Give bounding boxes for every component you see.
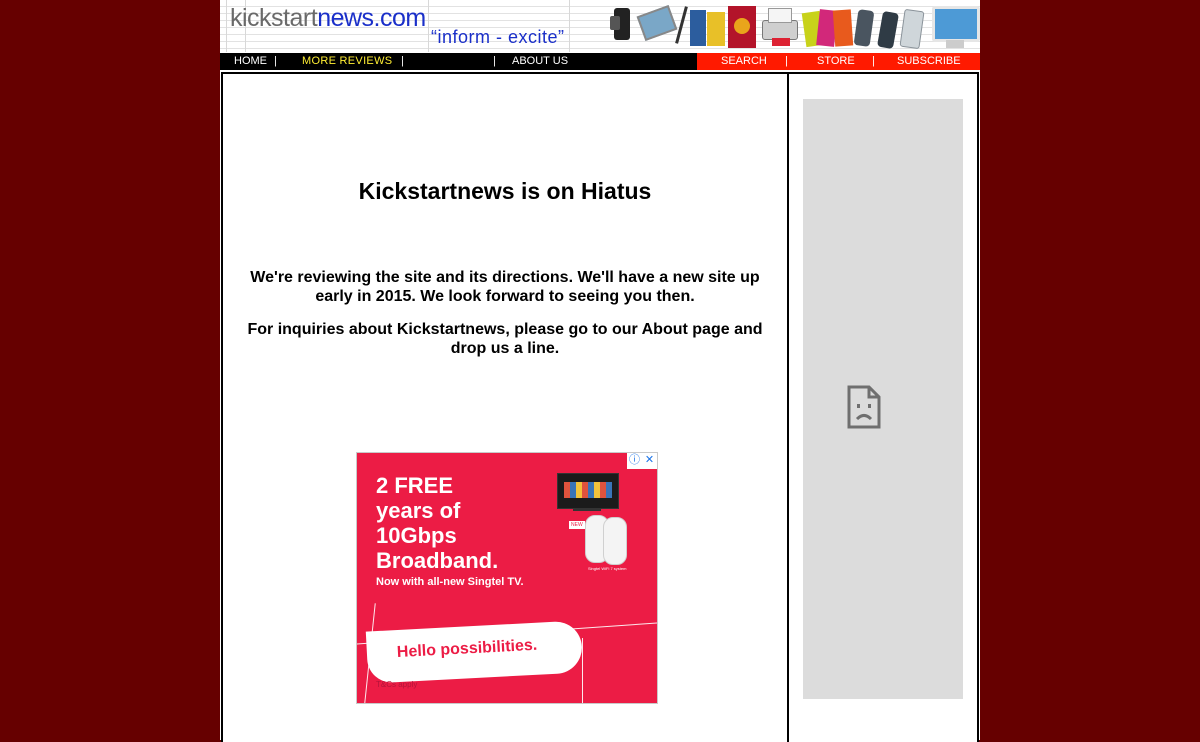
nero-disc-image (734, 18, 750, 34)
logo-text-kickstart: kickstart (230, 4, 318, 32)
nav-separator: | (493, 55, 496, 67)
ad-decor-line (582, 638, 583, 703)
nav-home-link[interactable]: HOME (234, 55, 267, 68)
camera-lens (610, 16, 620, 30)
new-badge: NEW (569, 521, 585, 529)
monitor-image (932, 6, 980, 42)
site-tagline: “inform - excite” (431, 27, 565, 47)
header-rule (428, 0, 429, 52)
router-caption: Singtel WiFi 7 system (588, 566, 627, 571)
site-logo[interactable]: kickstartnews.com (230, 3, 426, 33)
sidebar-ad-slot[interactable] (803, 99, 963, 699)
ad-choices: ⓘ ✕ (627, 453, 657, 469)
header-rule (226, 0, 227, 52)
ad-close-icon[interactable]: ✕ (642, 453, 657, 468)
nav-more-reviews-link[interactable]: MORE REVIEWS (302, 55, 392, 68)
nav-about-link[interactable]: ABOUT US (512, 55, 568, 68)
broken-page-icon (847, 385, 881, 429)
printer-paper (768, 8, 792, 23)
tv-screen (564, 482, 612, 498)
book-image (832, 9, 854, 47)
nav-left: HOME | MORE REVIEWS | | ABOUT US (220, 53, 696, 70)
header-rule (569, 0, 570, 52)
tv-image (557, 473, 619, 509)
hiatus-message: We're reviewing the site and its directi… (250, 269, 760, 305)
software-box-image (690, 10, 706, 46)
logo-text-news: news.com (317, 4, 426, 32)
nav-store-link[interactable]: STORE (817, 55, 855, 68)
nav-subscribe-link[interactable]: SUBSCRIBE (897, 55, 961, 68)
printer-output (772, 38, 790, 46)
pen-image (675, 6, 688, 44)
main-content: Kickstartnews is on Hiatus We're reviewi… (221, 72, 789, 742)
laptop-image (636, 4, 678, 42)
header-product-collage (590, 2, 980, 50)
page-title: Kickstartnews is on Hiatus (358, 178, 652, 204)
nav-separator: | (872, 55, 875, 67)
tv-stand (573, 508, 601, 511)
monitor-stand (946, 40, 964, 48)
phone-image (853, 9, 875, 47)
nav-separator: | (274, 55, 277, 67)
printer-image (762, 20, 798, 40)
nav-search-link[interactable]: SEARCH (721, 55, 767, 68)
nav-separator: | (401, 55, 404, 67)
ad-headline: 2 FREE years of 10Gbps Broadband. (376, 473, 499, 573)
main-nav: HOME | MORE REVIEWS | | ABOUT US SEARCH … (220, 53, 980, 70)
sidebar (787, 72, 979, 742)
page: kickstartnews.com “inform - excite” HOME… (220, 0, 980, 742)
ad-cta-pill[interactable]: Hello possibilities. (365, 620, 584, 684)
software-box-image (707, 12, 725, 46)
router-image (603, 517, 627, 565)
ad-info-icon[interactable]: ⓘ (627, 453, 642, 468)
inquiry-message: For inquiries about Kickstartnews, pleas… (247, 321, 763, 357)
site-header: kickstartnews.com “inform - excite” (220, 0, 980, 52)
banner-ad[interactable]: 2 FREE years of 10Gbps Broadband. Now wi… (356, 452, 658, 704)
pda-image (899, 8, 925, 50)
ad-terms: T&Cs apply (376, 680, 418, 689)
nav-separator: | (785, 55, 788, 67)
nav-right: SEARCH | STORE | SUBSCRIBE (697, 53, 980, 70)
phone-image (876, 10, 900, 50)
ad-subline: Now with all-new Singtel TV. (376, 576, 524, 588)
ad-cta-text: Hello possibilities. (396, 636, 538, 662)
